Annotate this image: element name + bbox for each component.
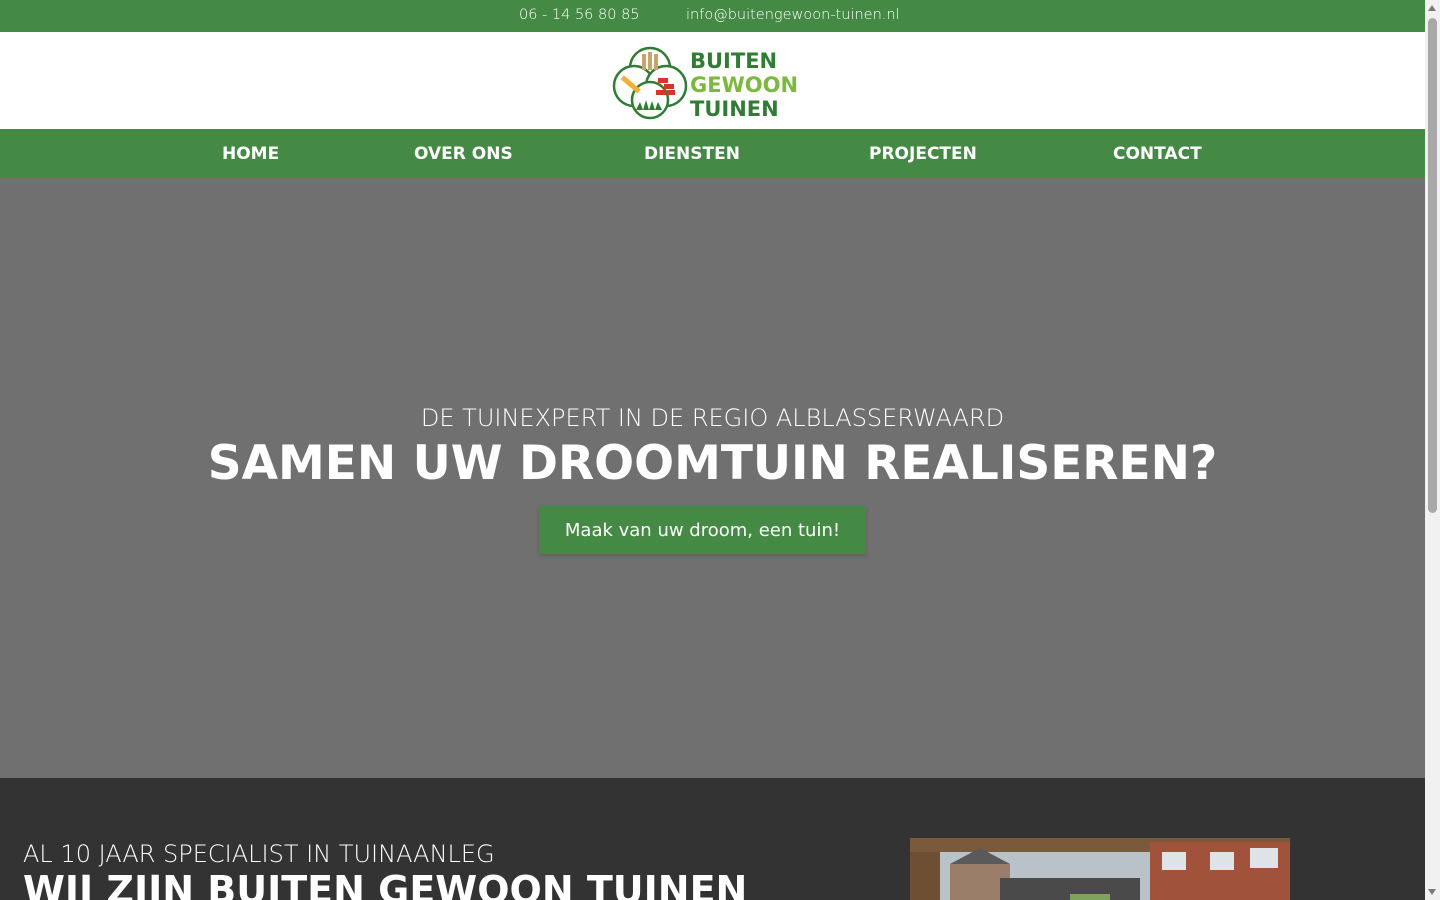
scroll-down-arrow-icon[interactable] [1428, 889, 1436, 895]
hero-kicker: DE TUINEXPERT IN DE REGIO ALBLASSERWAARD [420, 404, 1005, 432]
page: 06 - 14 56 80 85 info@buitengewoon-tuine… [0, 0, 1425, 900]
top-contact-bar: 06 - 14 56 80 85 info@buitengewoon-tuine… [0, 0, 1425, 32]
about-section: AL 10 JAAR SPECIALIST IN TUINAANLEG WIJ … [0, 778, 1425, 900]
scroll-up-arrow-icon[interactable] [1428, 5, 1436, 11]
about-subtitle: AL 10 JAAR SPECIALIST IN TUINAANLEG [23, 840, 495, 868]
nav-item-contact[interactable]: CONTACT [1113, 144, 1202, 164]
hero-cta-button[interactable]: Maak van uw droom, een tuin! [539, 506, 866, 554]
main-navigation: HOME OVER ONS DIENSTEN PROJECTEN CONTACT [0, 129, 1425, 178]
hero-headline: SAMEN UW DROOMTUIN REALISEREN? [207, 436, 1218, 491]
nav-item-home[interactable]: HOME [222, 144, 279, 164]
logo-line-3: TUINEN [690, 97, 779, 121]
phone-link[interactable]: 06 - 14 56 80 85 [519, 7, 640, 23]
header: BUITEN GEWOON TUINEN [0, 32, 1425, 129]
site-logo[interactable]: BUITEN GEWOON TUINEN [612, 44, 817, 121]
logo-wordmark: BUITEN GEWOON TUINEN [690, 49, 798, 121]
garden-photo-image [910, 838, 1290, 900]
about-photo [910, 838, 1290, 900]
nav-item-diensten[interactable]: DIENSTEN [644, 144, 740, 164]
logo-line-2: GEWOON [690, 73, 799, 97]
logo-line-1: BUITEN [690, 49, 778, 73]
vertical-scrollbar[interactable] [1425, 0, 1440, 900]
hero-section: DE TUINEXPERT IN DE REGIO ALBLASSERWAARD… [0, 178, 1425, 778]
nav-item-over-ons[interactable]: OVER ONS [414, 144, 513, 164]
about-title: WIJ ZIJN BUITEN GEWOON TUINEN [23, 868, 748, 900]
logo-emblem-icon [612, 46, 688, 120]
scrollbar-thumb[interactable] [1428, 18, 1437, 513]
email-link[interactable]: info@buitengewoon-tuinen.nl [686, 7, 900, 23]
nav-item-projecten[interactable]: PROJECTEN [869, 144, 977, 164]
